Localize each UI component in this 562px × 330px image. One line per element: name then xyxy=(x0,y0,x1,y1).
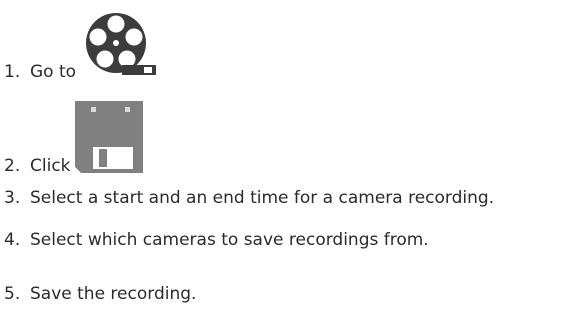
step-text: Go to xyxy=(30,62,77,82)
step-5: 5. Save the recording. xyxy=(0,282,196,306)
step-number: 1. xyxy=(4,62,21,82)
step-1: 1. Go to xyxy=(0,10,160,84)
step-text: Select which cameras to save recordings … xyxy=(30,230,429,250)
film-reel-icon[interactable] xyxy=(82,9,160,82)
step-text: Click xyxy=(30,156,71,176)
save-disk-icon[interactable] xyxy=(74,101,143,178)
step-text: Select a start and an end time for a cam… xyxy=(30,188,495,208)
step-2: 2. Click xyxy=(0,98,143,178)
step-4: 4. Select which cameras to save recordin… xyxy=(0,228,429,252)
step-number: 4. xyxy=(4,230,21,250)
step-number: 2. xyxy=(4,156,21,176)
step-number: 3. xyxy=(4,188,21,208)
step-number: 5. xyxy=(4,284,21,304)
step-text: Save the recording. xyxy=(30,284,197,304)
step-3: 3. Select a start and an end time for a … xyxy=(0,186,494,210)
